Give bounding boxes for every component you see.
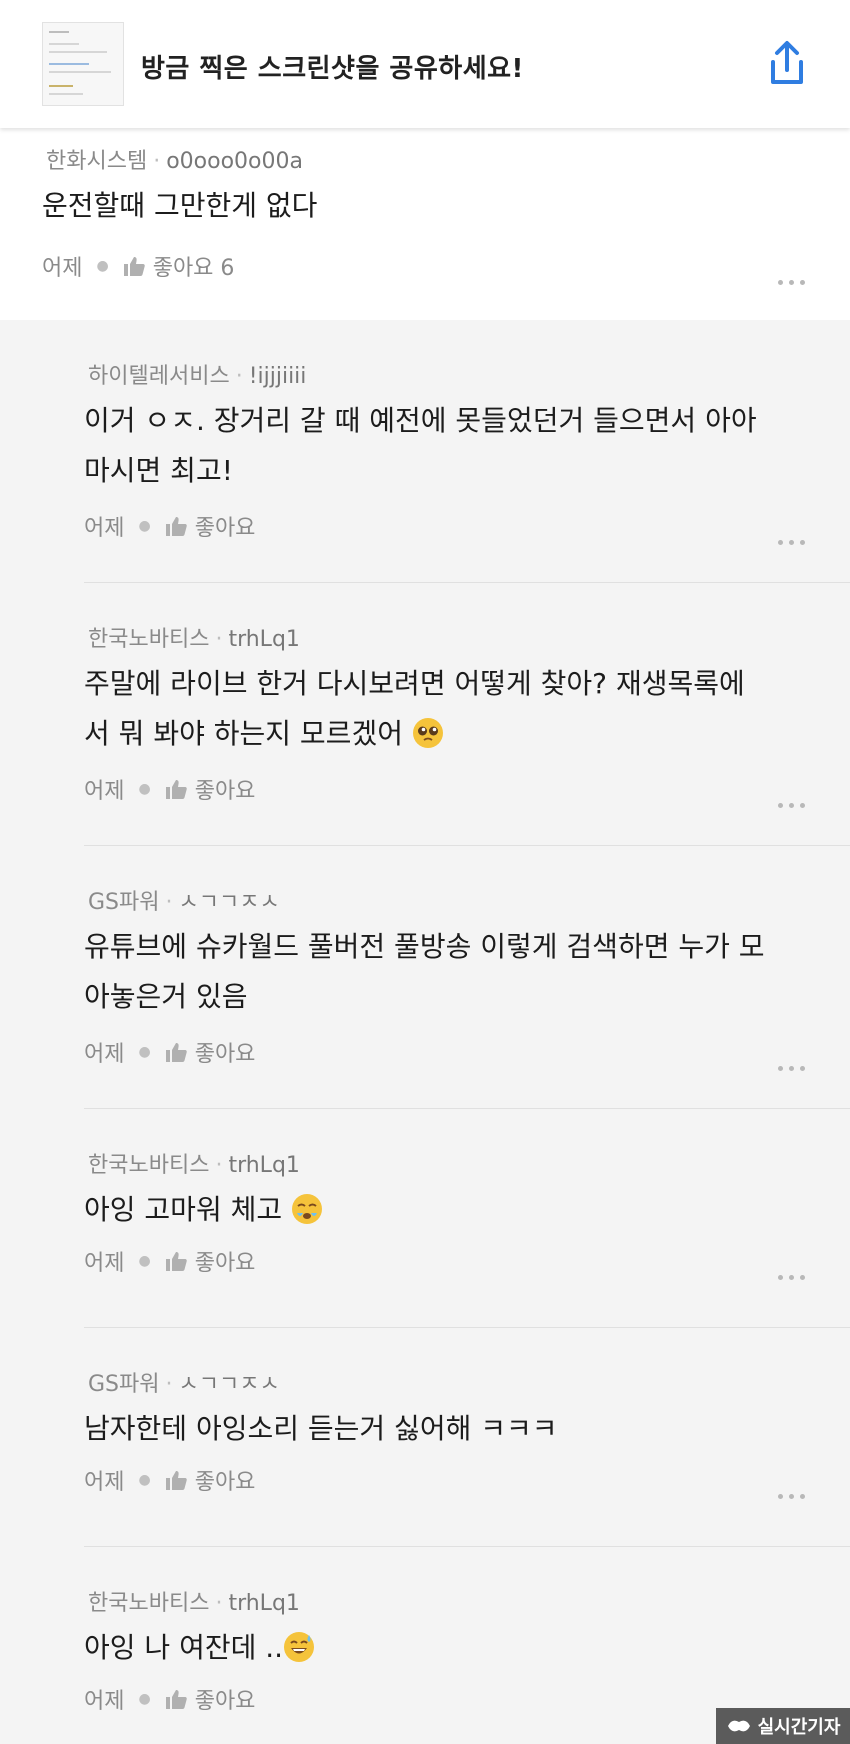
comment-time: 어제 xyxy=(84,516,125,541)
comment-author[interactable]: 한국노바티스 xyxy=(88,1153,209,1178)
comment-text: 주말에 라이브 한거 다시보려면 어떻게 찾아? 재생목록에 서 뭐 봐야 하는지… xyxy=(84,667,745,750)
comment-author[interactable]: 한국노바티스 xyxy=(88,627,209,652)
comment-time: 어제 xyxy=(84,779,125,804)
more-options-icon[interactable] xyxy=(778,793,812,808)
thumbs-up-icon[interactable] xyxy=(165,1469,187,1491)
comment-text: 유튜브에 슈카월드 풀버전 풀방송 이렇게 검색하면 누가 모 아놓은거 있음 xyxy=(84,930,765,1013)
thumbs-up-icon[interactable] xyxy=(165,1688,187,1710)
more-options-icon[interactable] xyxy=(778,530,812,545)
comment-footer: 어제 ● 좋아요 6 xyxy=(42,250,234,282)
top-comment: 한화시스템 · o0ooo0o00a 운전할때 그만한게 없다 어제 ● 좋아요 6 xyxy=(0,128,850,321)
more-options-icon[interactable] xyxy=(778,270,812,285)
comment-footer: 어제 ● 좋아요 xyxy=(84,1683,255,1715)
more-options-icon[interactable] xyxy=(778,1056,812,1071)
comment-meta: 한화시스템 · o0ooo0o00a xyxy=(46,149,303,174)
comment-user-id: o0ooo0o00a xyxy=(166,149,303,174)
comment-text: 아잉 고마워 체고 xyxy=(84,1185,804,1235)
comment-text: 아잉 나 여잔데 .. xyxy=(84,1623,804,1673)
more-options-icon[interactable] xyxy=(778,1484,812,1499)
divider xyxy=(84,1108,850,1109)
banner-title: 방금 찍은 스크린샷을 공유하세요! xyxy=(141,54,524,84)
thumbs-up-icon[interactable] xyxy=(123,255,145,277)
watermark-logo: 실시간기자 xyxy=(716,1708,850,1744)
divider xyxy=(84,582,850,583)
screenshot-thumbnail[interactable] xyxy=(42,22,124,106)
comment-user-id: ㅅㄱㄱㅈㅅ xyxy=(178,890,280,915)
comment-user-id: trhLq1 xyxy=(228,1591,300,1616)
pleading-face-emoji-icon xyxy=(412,718,443,748)
comment-time: 어제 xyxy=(84,1470,125,1495)
comment-author[interactable]: GS파워 xyxy=(88,1372,160,1397)
share-icon[interactable] xyxy=(765,40,809,88)
like-button-label[interactable]: 좋아요 xyxy=(195,1036,256,1068)
divider xyxy=(84,1327,850,1328)
divider xyxy=(84,1546,850,1547)
comment-text: 남자한테 아잉소리 듣는거 싫어해 ㅋㅋㅋ xyxy=(84,1412,558,1445)
comment-user-id: !ijjjiiii xyxy=(248,364,307,389)
like-button-label[interactable]: 좋아요 xyxy=(195,1245,256,1277)
face-holding-back-tears-emoji-icon xyxy=(292,1194,323,1224)
comment-author[interactable]: 한화시스템 xyxy=(46,149,147,174)
comment-footer: 어제 ● 좋아요 xyxy=(84,773,255,805)
comment-text: 이거 ㅇㅈ. 장거리 갈 때 예전에 못들었던거 들으면서 아아 마시면 최고! xyxy=(84,404,757,487)
watermark-icon xyxy=(727,1720,750,1732)
comment-author[interactable]: GS파워 xyxy=(88,890,160,915)
thumbs-up-icon[interactable] xyxy=(165,1250,187,1272)
like-button-label[interactable]: 좋아요 xyxy=(195,773,256,805)
like-button-label[interactable]: 좋아요 xyxy=(195,1683,256,1715)
reply-list: 하이텔레서비스 · !ijjjiiii 이거 ㅇㅈ. 장거리 갈 때 예전에 못들었… xyxy=(0,320,850,1744)
more-options-icon[interactable] xyxy=(778,1265,812,1280)
comment-author[interactable]: 하이텔레서비스 xyxy=(88,364,230,389)
comment-time: 어제 xyxy=(84,1042,125,1067)
thumbs-up-icon[interactable] xyxy=(165,515,187,537)
divider xyxy=(84,845,850,846)
comment-footer: 어제 ● 좋아요 xyxy=(84,1464,255,1496)
comment-author[interactable]: 한국노바티스 xyxy=(88,1591,209,1616)
comment-footer: 어제 ● 좋아요 xyxy=(84,1036,255,1068)
comment-footer: 어제 ● 좋아요 xyxy=(84,1245,255,1277)
comment-footer: 어제 ● 좋아요 xyxy=(84,510,255,542)
comment-user-id: trhLq1 xyxy=(228,627,300,652)
comment-user-id: trhLq1 xyxy=(228,1153,300,1178)
grinning-sweat-face-emoji-icon xyxy=(284,1632,315,1662)
thumbs-up-icon[interactable] xyxy=(165,1041,187,1063)
like-button-label[interactable]: 좋아요 xyxy=(195,1464,256,1496)
comment-user-id: ㅅㄱㄱㅈㅅ xyxy=(178,1372,280,1397)
comment-time: 어제 xyxy=(42,256,83,281)
comment-time: 어제 xyxy=(84,1251,125,1276)
comment-time: 어제 xyxy=(84,1689,125,1714)
share-banner: 방금 찍은 스크린샷을 공유하세요! xyxy=(0,0,850,128)
like-button-label[interactable]: 좋아요 6 xyxy=(153,250,235,282)
like-button-label[interactable]: 좋아요 xyxy=(195,510,256,542)
thumbs-up-icon[interactable] xyxy=(165,778,187,800)
comment-text: 운전할때 그만한게 없다 xyxy=(42,189,318,222)
